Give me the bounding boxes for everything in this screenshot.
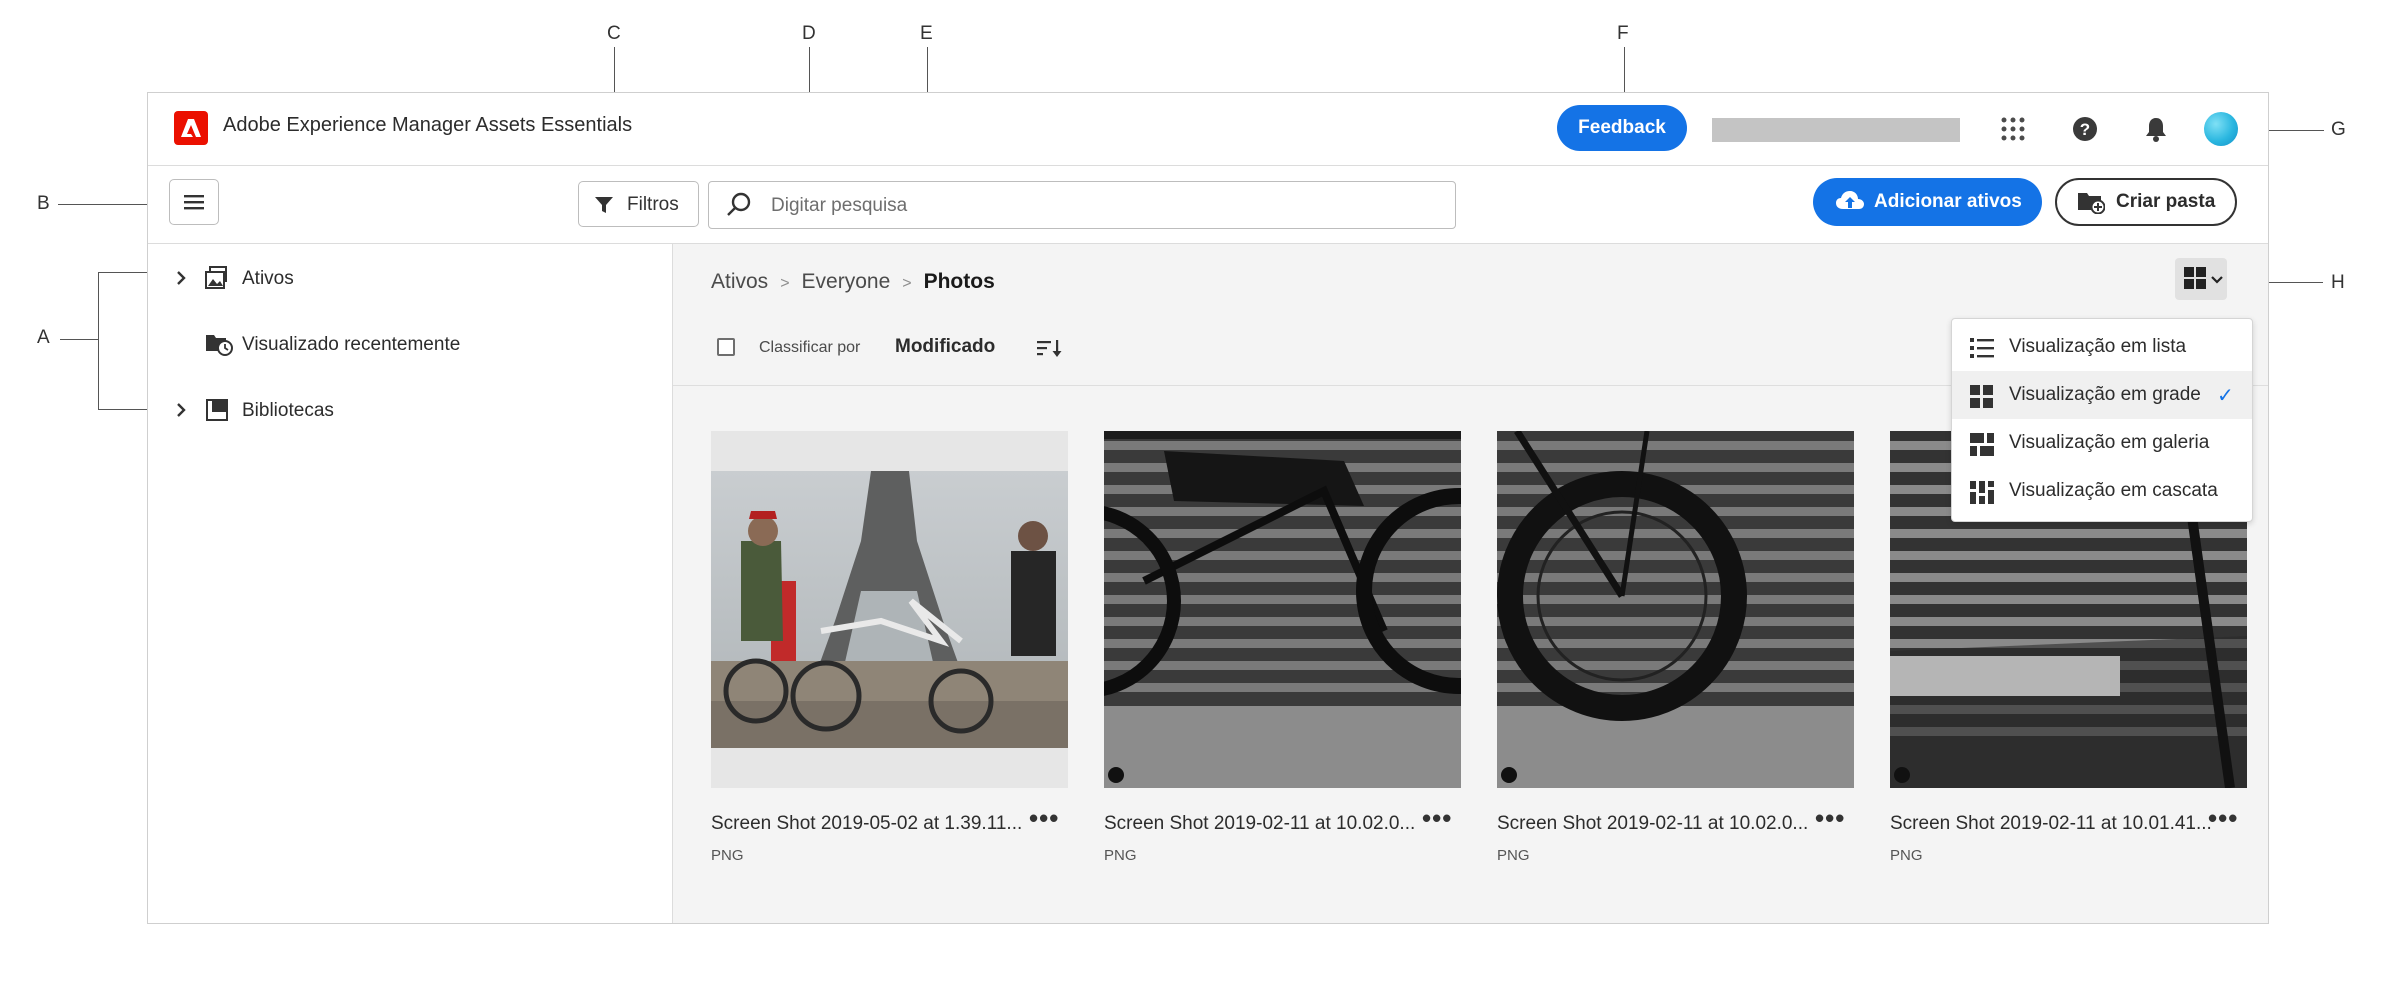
- view-switcher-button[interactable]: [2175, 258, 2227, 300]
- menu-item-label: Visualização em galeria: [2009, 432, 2210, 453]
- notifications-icon[interactable]: [2142, 115, 2170, 143]
- chevron-right-icon: [177, 271, 186, 285]
- menu-item-gallery-view[interactable]: Visualização em galeria: [1952, 419, 2252, 467]
- svg-text:?: ?: [2080, 120, 2090, 139]
- waterfall-view-icon: [1970, 481, 1994, 504]
- sort-field-select[interactable]: Modificado: [895, 336, 995, 358]
- asset-name[interactable]: Screen Shot 2019-05-02 at 1.39.11...: [711, 813, 1022, 835]
- callout-g: G: [2331, 119, 2346, 140]
- asset-type: PNG: [1104, 847, 1137, 864]
- breadcrumb-separator-icon: >: [780, 275, 790, 292]
- asset-name[interactable]: Screen Shot 2019-02-11 at 10.01.41...: [1890, 813, 2212, 835]
- callout-a-bracket: [98, 272, 99, 410]
- more-actions-icon[interactable]: •••: [1815, 803, 1845, 834]
- create-folder-button[interactable]: Criar pasta: [2055, 178, 2237, 226]
- sidebar-item-recent[interactable]: Visualizado recentemente: [148, 325, 672, 365]
- more-actions-icon[interactable]: •••: [2208, 803, 2238, 834]
- hamburger-menu-button[interactable]: [169, 179, 219, 225]
- menu-item-label: Visualização em grade: [2009, 384, 2201, 405]
- breadcrumb-item[interactable]: Everyone: [802, 270, 891, 293]
- callout-e: E: [920, 23, 933, 44]
- search-input[interactable]: [769, 182, 1433, 230]
- chevron-down-icon: [2211, 276, 2223, 284]
- app-header: Adobe Experience Manager Assets Essentia…: [148, 93, 2268, 166]
- filters-button[interactable]: Filtros: [578, 181, 699, 227]
- filters-label: Filtros: [627, 194, 679, 215]
- asset-name[interactable]: Screen Shot 2019-02-11 at 10.02.0...: [1104, 813, 1415, 835]
- callout-b: B: [37, 193, 50, 214]
- sidebar: Ativos Visualizado recentemente Bibliote…: [148, 244, 673, 923]
- sort-direction-icon[interactable]: [1035, 337, 1063, 359]
- breadcrumb: Ativos > Everyone > Photos: [711, 270, 995, 294]
- sidebar-item-assets[interactable]: Ativos: [148, 259, 672, 299]
- callout-a: A: [37, 327, 50, 348]
- cloud-upload-icon: [1836, 191, 1864, 209]
- callout-a-line: [60, 339, 98, 340]
- callout-h: H: [2331, 272, 2345, 293]
- filter-icon: [595, 197, 613, 213]
- search-icon: [727, 192, 751, 216]
- more-actions-icon[interactable]: •••: [1029, 803, 1059, 834]
- callout-c: C: [607, 23, 621, 44]
- sidebar-item-libraries[interactable]: Bibliotecas: [148, 391, 672, 431]
- sort-label: Classificar por: [759, 339, 861, 356]
- breadcrumb-item[interactable]: Ativos: [711, 270, 768, 293]
- asset-type: PNG: [1890, 847, 1923, 864]
- asset-thumbnail[interactable]: [1104, 431, 1461, 788]
- asset-thumbnail[interactable]: [1497, 431, 1854, 788]
- hamburger-icon: [184, 195, 204, 210]
- menu-item-waterfall-view[interactable]: Visualização em cascata: [1952, 467, 2252, 515]
- feedback-button[interactable]: Feedback: [1557, 105, 1687, 151]
- create-folder-label: Criar pasta: [2116, 191, 2216, 212]
- checkmark-icon: ✓: [2217, 385, 2234, 407]
- chevron-right-icon: [177, 403, 186, 417]
- asset-name[interactable]: Screen Shot 2019-02-11 at 10.02.0...: [1497, 813, 1808, 835]
- add-assets-label: Adicionar ativos: [1874, 191, 2022, 212]
- sidebar-item-label: Visualizado recentemente: [242, 334, 461, 355]
- menu-item-label: Visualização em cascata: [2009, 480, 2218, 501]
- menu-item-list-view[interactable]: Visualização em lista: [1952, 323, 2252, 371]
- sidebar-item-label: Bibliotecas: [242, 400, 334, 421]
- app-title: Adobe Experience Manager Assets Essentia…: [223, 114, 633, 136]
- view-options-menu: Visualização em lista Visualização em gr…: [1951, 318, 2253, 522]
- help-icon[interactable]: ?: [2071, 115, 2099, 143]
- callout-d: D: [802, 23, 816, 44]
- toolbar: Filtros Adicionar ativos Criar pasta: [148, 166, 2268, 244]
- breadcrumb-separator-icon: >: [902, 275, 912, 292]
- menu-item-grid-view[interactable]: Visualização em grade ✓: [1952, 371, 2252, 419]
- breadcrumb-current: Photos: [923, 270, 995, 293]
- grid-view-icon: [1970, 385, 1993, 408]
- add-assets-button[interactable]: Adicionar ativos: [1813, 178, 2042, 226]
- callout-f: F: [1617, 23, 1629, 44]
- asset-type: PNG: [1497, 847, 1530, 864]
- grid-view-icon: [2184, 267, 2206, 289]
- folder-add-icon: [2078, 193, 2105, 214]
- asset-type: PNG: [711, 847, 744, 864]
- libraries-icon: [206, 399, 228, 421]
- asset-thumbnail[interactable]: [711, 431, 1068, 788]
- gallery-view-icon: [1970, 433, 1994, 456]
- more-actions-icon[interactable]: •••: [1422, 803, 1452, 834]
- adobe-logo: [174, 111, 208, 145]
- search-field[interactable]: [708, 181, 1456, 230]
- org-switcher-placeholder[interactable]: [1712, 118, 1960, 142]
- select-all-checkbox[interactable]: [717, 338, 735, 356]
- menu-item-label: Visualização em lista: [2009, 336, 2187, 357]
- app-window: Adobe Experience Manager Assets Essentia…: [147, 92, 2269, 924]
- app-switcher-icon[interactable]: [1999, 115, 2027, 143]
- recent-icon: [206, 335, 233, 356]
- assets-icon: [205, 266, 227, 289]
- sidebar-item-label: Ativos: [242, 268, 294, 289]
- user-avatar[interactable]: [2204, 112, 2238, 146]
- list-view-icon: [1970, 338, 1994, 358]
